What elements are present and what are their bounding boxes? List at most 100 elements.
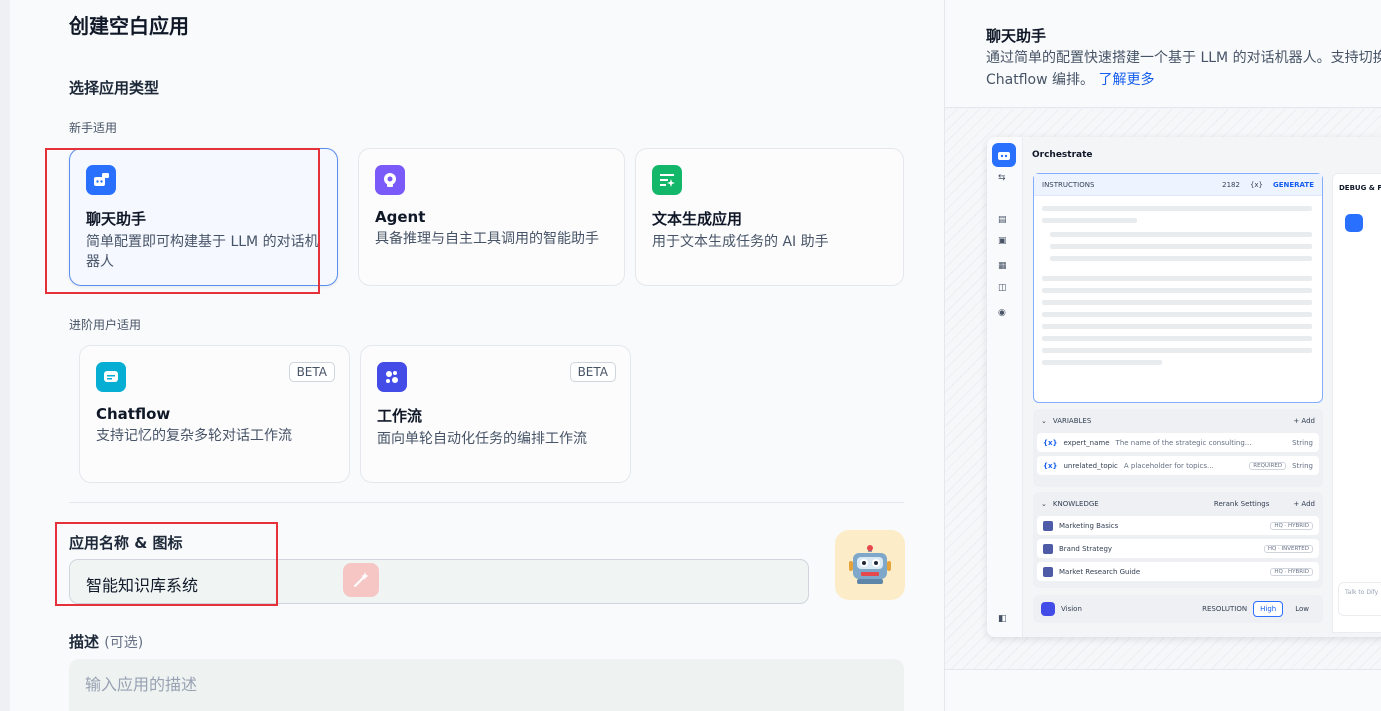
dataset-name: Brand Strategy xyxy=(1059,544,1113,553)
required-tag: REQUIRED xyxy=(1249,461,1287,470)
resolution-label: RESOLUTION xyxy=(1202,605,1248,613)
resolution-high: High xyxy=(1253,601,1284,617)
knowledge-row: Market Research Guide HQ · HYBRID xyxy=(1037,562,1319,581)
card-name: 工作流 xyxy=(377,407,423,425)
preview-description: 通过简单的配置快速搭建一个基于 LLM 的对话机器人。支持切换为 Chatflo… xyxy=(986,47,1381,91)
chat-bot-icon xyxy=(86,165,116,195)
app-type-card-text-generation[interactable]: 文本生成应用 用于文本生成任务的 AI 助手 xyxy=(635,148,904,286)
add-knowledge-label: + Add xyxy=(1293,500,1315,508)
var-symbol: {x} xyxy=(1043,461,1058,470)
app-name-input[interactable]: 智能知识库系统 xyxy=(69,559,809,604)
preview-footer xyxy=(945,669,1381,711)
workflow-icon xyxy=(377,362,407,392)
monitor-icon: ◉ xyxy=(998,308,1006,318)
dataset-icon xyxy=(1043,543,1053,554)
app-type-card-chatbot[interactable]: 聊天助手 简单配置即可构建基于 LLM 的对话机器人 xyxy=(69,148,338,286)
preview-knowledge: ⌄ KNOWLEDGE Rerank Settings + Add Market… xyxy=(1033,492,1323,588)
var-type: String xyxy=(1292,438,1313,447)
knowledge-row: Marketing Basics HQ · HYBRID xyxy=(1037,516,1319,535)
description-label-text: 描述 xyxy=(69,633,100,651)
beta-badge: BETA xyxy=(569,362,616,382)
annotation-icon: ◫ xyxy=(998,283,1007,293)
dataset-tag: HQ · HYBRID xyxy=(1270,567,1313,576)
dataset-tag: HQ · HYBRID xyxy=(1270,521,1313,530)
card-desc: 简单配置即可构建基于 LLM 的对话机器人 xyxy=(86,234,319,270)
dataset-tag: HQ · INVERTED xyxy=(1263,544,1313,553)
magic-wand-button[interactable] xyxy=(343,563,379,597)
collapse-icon: ◧ xyxy=(998,614,1007,624)
app-type-card-agent[interactable]: Agent 具备推理与自主工具调用的智能助手 xyxy=(358,148,625,286)
rerank-label: Rerank Settings xyxy=(1213,500,1270,508)
swap-icon: ⇆ xyxy=(998,173,1006,183)
variable-row: {x} expert_name The name of the strategi… xyxy=(1037,433,1319,452)
var-name: expert_name xyxy=(1063,438,1110,447)
debug-title: DEBUG & PREVIEW xyxy=(1339,184,1381,192)
var-symbol: {x} xyxy=(1043,438,1058,447)
beginner-group-label: 新手适用 xyxy=(69,121,118,135)
preview-orchestrate-title: Orchestrate xyxy=(1032,150,1093,160)
card-desc: 具备推理与自主工具调用的智能助手 xyxy=(375,231,599,247)
log-icon: ▦ xyxy=(998,261,1007,271)
preview-desc-line1: 通过简单的配置快速搭建一个基于 LLM 的对话机器人。支持切换为 xyxy=(986,50,1381,66)
preview-bot-icon xyxy=(992,143,1016,167)
dataset-icon xyxy=(1043,566,1053,577)
orchestrate-preview-image: ⇆ ▤ ▣ ▦ ◫ ◉ ◧ Orchestrate INSTRUCTIONS 2… xyxy=(987,137,1381,637)
vision-icon xyxy=(1041,602,1055,616)
preview-header: 聊天助手 通过简单的配置快速搭建一个基于 LLM 的对话机器人。支持切换为 Ch… xyxy=(945,0,1381,108)
text-gen-icon xyxy=(652,165,682,195)
agent-icon xyxy=(375,165,405,195)
card-name: 文本生成应用 xyxy=(652,210,743,228)
app-type-card-chatflow[interactable]: BETA Chatflow 支持记忆的复杂多轮对话工作流 xyxy=(79,345,350,483)
var-desc: A placeholder for topics... xyxy=(1123,461,1214,470)
preview-instructions: INSTRUCTIONS 2182 {x} GENERATE xyxy=(1033,173,1323,403)
preview-variables: ⌄ VARIABLES + Add {x} expert_name The na… xyxy=(1033,409,1323,487)
knowledge-label: KNOWLEDGE xyxy=(1052,500,1099,508)
dataset-name: Marketing Basics xyxy=(1059,521,1119,530)
variables-label: VARIABLES xyxy=(1052,417,1092,425)
variable-symbol: {x} xyxy=(1249,180,1263,189)
dataset-icon xyxy=(1043,520,1053,531)
preview-panel: 聊天助手 通过简单的配置快速搭建一个基于 LLM 的对话机器人。支持切换为 Ch… xyxy=(944,0,1381,711)
var-desc: The name of the strategic consulting... xyxy=(1115,438,1252,447)
var-name: unrelated_topic xyxy=(1063,461,1118,470)
vision-label: Vision xyxy=(1061,605,1082,613)
card-desc: 用于文本生成任务的 AI 助手 xyxy=(652,234,829,250)
terminal-icon: ▣ xyxy=(998,236,1007,246)
app-icon-picker[interactable] xyxy=(835,530,905,600)
preview-vision: Vision RESOLUTION High Low xyxy=(1033,595,1323,623)
card-desc: 支持记忆的复杂多轮对话工作流 xyxy=(96,428,292,444)
resolution-low: Low xyxy=(1295,605,1309,613)
instructions-label: INSTRUCTIONS xyxy=(1042,180,1095,189)
magic-wand-icon xyxy=(354,572,369,587)
debug-input: Talk to Dify xyxy=(1338,582,1381,616)
learn-more-link[interactable]: 了解更多 xyxy=(1098,72,1154,88)
optional-hint: (可选) xyxy=(104,635,144,651)
preview-debug-panel: DEBUG & PREVIEW Talk to Dify xyxy=(1332,173,1381,633)
add-variable-label: + Add xyxy=(1293,417,1315,425)
advanced-group-label: 进阶用户适用 xyxy=(69,318,142,332)
card-desc: 面向单轮自动化任务的编排工作流 xyxy=(377,431,587,447)
var-type: String xyxy=(1292,461,1313,470)
variable-row: {x} unrelated_topic A placeholder for to… xyxy=(1037,456,1319,475)
preview-sidebar: ⇆ ▤ ▣ ▦ ◫ ◉ ◧ xyxy=(987,137,1023,637)
app-type-section-title: 选择应用类型 xyxy=(69,79,160,97)
beta-badge: BETA xyxy=(288,362,335,382)
layout-icon: ▤ xyxy=(998,215,1007,225)
card-name: Chatflow xyxy=(96,405,171,423)
token-count: 2182 xyxy=(1222,180,1240,189)
divider xyxy=(69,502,904,503)
knowledge-row: Brand Strategy HQ · INVERTED xyxy=(1037,539,1319,558)
page-title: 创建空白应用 xyxy=(69,14,189,38)
debug-bot-avatar xyxy=(1345,214,1363,232)
preview-title: 聊天助手 xyxy=(986,27,1047,45)
robot-emoji-icon xyxy=(849,545,891,584)
description-input[interactable]: 输入应用的描述 xyxy=(69,659,904,711)
description-label: 描述 (可选) xyxy=(69,631,143,652)
app-name-label: 应用名称 & 图标 xyxy=(69,534,183,552)
card-name: Agent xyxy=(375,208,426,226)
generate-label: GENERATE xyxy=(1273,180,1314,189)
dataset-name: Market Research Guide xyxy=(1059,567,1141,576)
app-type-card-workflow[interactable]: BETA 工作流 面向单轮自动化任务的编排工作流 xyxy=(360,345,631,483)
preview-desc-line2: Chatflow 编排。 xyxy=(986,72,1095,88)
chatflow-icon xyxy=(96,362,126,392)
